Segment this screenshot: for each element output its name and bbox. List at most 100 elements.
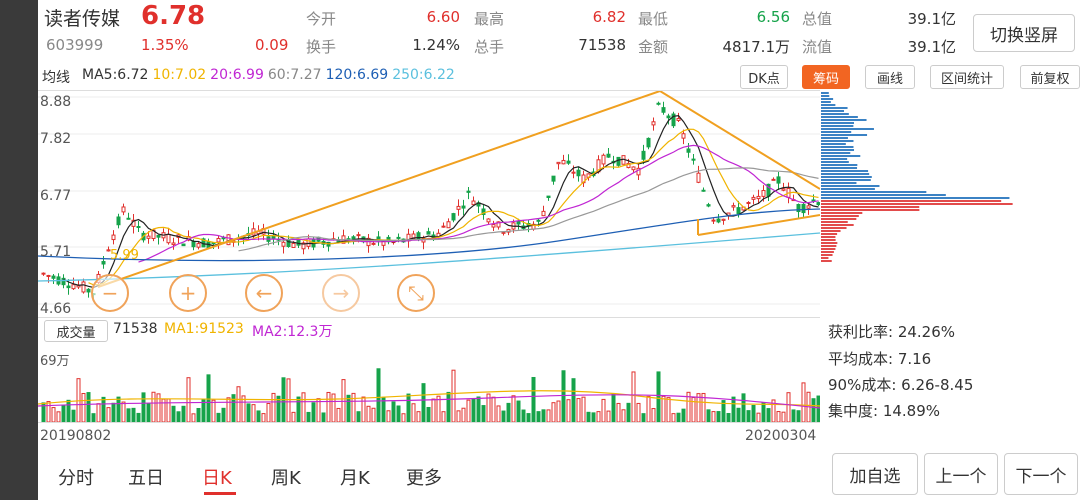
chip-bar <box>821 179 871 181</box>
chips-button[interactable]: 筹码 <box>802 65 850 89</box>
switch-portrait-button[interactable]: 切换竖屏 <box>973 14 1075 52</box>
candle-body <box>721 218 726 221</box>
chip-bar <box>821 197 1010 199</box>
candle-body <box>426 231 431 235</box>
stock-code: 603999 <box>46 36 104 54</box>
chip-bar <box>821 146 854 148</box>
arrow-right-icon[interactable]: → <box>322 274 360 312</box>
volume-bar <box>321 412 326 422</box>
candle-body <box>606 153 611 158</box>
volume-bar <box>606 410 611 422</box>
candle-body <box>181 243 186 247</box>
candle-body <box>616 156 621 166</box>
volume-bar <box>391 401 396 422</box>
volume-bar <box>286 378 291 422</box>
volume-bar <box>526 413 531 422</box>
ma-item: 120:6.69 <box>325 67 389 83</box>
volume-value: 71538 <box>113 321 158 337</box>
volume-bar <box>751 404 756 422</box>
chip-bar <box>821 131 852 133</box>
volume-bar <box>496 405 501 422</box>
volume-bar <box>646 395 651 422</box>
volume-bar <box>651 408 656 422</box>
zoom-out-icon[interactable]: − <box>91 274 129 312</box>
quote-value: 39.1亿 <box>907 10 956 28</box>
forward-adjust-button[interactable]: 前复权 <box>1020 65 1080 89</box>
chip-bar <box>821 158 848 160</box>
candle-body <box>811 199 816 202</box>
chip-bar <box>821 260 832 262</box>
quote-value: 6.82 <box>592 8 626 26</box>
change-percent: 1.35% <box>141 36 189 54</box>
volume-scale-label: 69万 <box>40 354 70 369</box>
volume-bar <box>561 370 566 422</box>
volume-bar <box>346 394 351 422</box>
tab-five-day[interactable]: 五日 <box>128 464 164 490</box>
tab-daily-k[interactable]: 日K <box>202 464 232 490</box>
volume-bar <box>626 402 631 422</box>
arrow-left-icon[interactable]: ← <box>245 274 283 312</box>
previous-stock-button[interactable]: 上一个 <box>924 453 998 495</box>
volume-bar <box>206 374 211 422</box>
collapse-icon[interactable]: ⤡ <box>397 274 435 312</box>
candle-body <box>776 176 781 184</box>
candle-body <box>731 205 736 208</box>
zoom-in-icon[interactable]: + <box>169 274 207 312</box>
candle-body <box>691 158 696 161</box>
candle-body <box>576 169 581 177</box>
volume-bar <box>811 398 816 422</box>
volume-bar <box>456 410 461 422</box>
stock-name: 读者传媒 <box>44 8 121 30</box>
add-favorite-button[interactable]: 加自选 <box>832 453 918 495</box>
candle-body <box>491 224 496 228</box>
next-stock-button[interactable]: 下一个 <box>1004 453 1078 495</box>
ma-values: MA5:6.72 10:7.02 20:6.99 60:7.27 120:6.69 250… <box>82 67 459 83</box>
candle-body <box>761 190 766 197</box>
chip-bar <box>821 107 848 109</box>
candle-body <box>221 237 226 240</box>
ma250-line <box>38 232 820 282</box>
volume-bar <box>581 396 586 422</box>
candle-body <box>111 234 116 241</box>
chip-bar <box>821 194 946 196</box>
volume-bar <box>491 396 496 422</box>
chip-bar <box>821 95 830 97</box>
candle-body <box>536 219 541 222</box>
quote-value: 71538 <box>578 36 626 54</box>
volume-bar <box>726 412 731 422</box>
volume-bar <box>716 411 721 422</box>
tab-intraday[interactable]: 分时 <box>58 464 94 490</box>
stock-price: 6.78 <box>141 1 206 31</box>
tab-monthly-k[interactable]: 月K <box>340 464 370 490</box>
quote-label: 最低 <box>638 10 669 28</box>
candle-body <box>446 221 451 229</box>
candle-body <box>441 225 446 228</box>
volume-bar <box>151 391 156 422</box>
candle-body <box>51 275 56 279</box>
volume-bar <box>476 396 481 422</box>
volume-bar <box>621 409 626 422</box>
candle-body <box>541 210 546 217</box>
volume-bar <box>46 401 51 422</box>
candle-body <box>191 240 196 248</box>
chip-bar <box>821 203 1013 205</box>
chip-bar <box>821 209 920 211</box>
dk-point-button[interactable]: DK点 <box>740 65 788 89</box>
draw-line-button[interactable]: 画线 <box>865 65 915 89</box>
candle-body <box>456 205 461 210</box>
volume-bar <box>256 410 261 422</box>
volume-bar <box>116 396 121 422</box>
volume-bar <box>401 413 406 422</box>
quote-value: 6.60 <box>426 8 460 26</box>
chip-bar <box>821 215 859 217</box>
volume-bar <box>461 407 466 422</box>
volume-bar <box>396 405 401 422</box>
volume-bar <box>296 396 301 422</box>
range-stats-button[interactable]: 区间统计 <box>930 65 1004 89</box>
volume-indicator-button[interactable]: 成交量 <box>44 320 108 342</box>
chip-bar <box>821 140 854 142</box>
tab-weekly-k[interactable]: 周K <box>271 464 301 490</box>
volume-bar <box>411 403 416 422</box>
ma-item: 10:7.02 <box>152 67 207 83</box>
tab-more[interactable]: 更多 <box>406 464 442 490</box>
